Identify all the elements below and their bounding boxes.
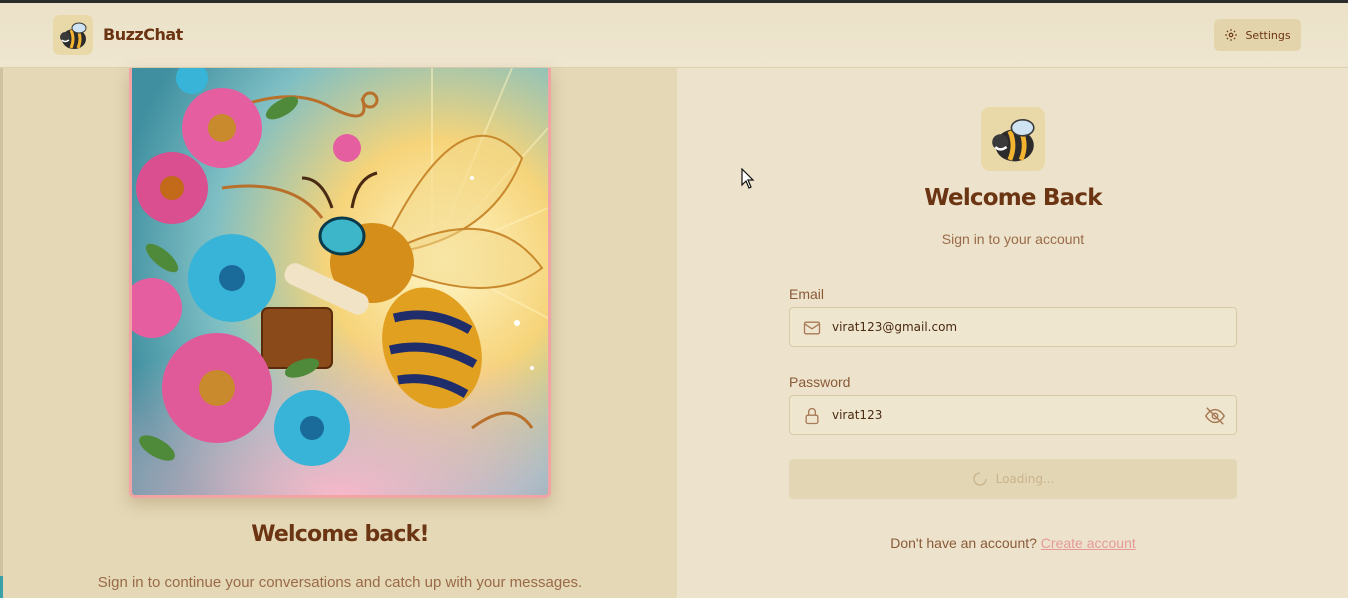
bee-icon xyxy=(60,22,87,49)
bee-flowers-illustration xyxy=(132,68,548,495)
brand-logo[interactable] xyxy=(53,15,93,55)
signup-prompt: Don't have an account? Create account xyxy=(789,535,1237,551)
brand-name[interactable]: BuzzChat xyxy=(103,25,183,44)
gear-icon xyxy=(1225,29,1238,41)
email-field[interactable] xyxy=(789,307,1237,347)
login-title: Welcome Back xyxy=(924,185,1102,211)
sign-in-label: Loading... xyxy=(995,472,1055,486)
signup-prompt-text: Don't have an account? xyxy=(890,535,1037,551)
password-field[interactable] xyxy=(789,395,1237,435)
settings-label: Settings xyxy=(1245,28,1291,42)
bee-icon xyxy=(992,119,1035,162)
create-account-link[interactable]: Create account xyxy=(1041,535,1136,551)
password-input[interactable] xyxy=(830,396,1190,434)
lock-icon xyxy=(805,407,819,425)
eye-off-icon[interactable] xyxy=(1204,405,1226,427)
hero-subtitle: Sign in to continue your conversations a… xyxy=(97,574,583,591)
mail-icon xyxy=(803,321,821,335)
email-input[interactable] xyxy=(830,308,1190,346)
sign-in-button[interactable]: Loading... xyxy=(789,459,1237,499)
hero-title: Welcome back! xyxy=(251,522,429,547)
hero-illustration xyxy=(129,68,551,498)
mouse-cursor-icon xyxy=(741,168,755,189)
password-label: Password xyxy=(789,374,851,390)
login-logo xyxy=(981,107,1045,171)
spinner-icon xyxy=(972,472,987,486)
top-navbar: BuzzChat Settings xyxy=(0,3,1348,68)
email-label: Email xyxy=(789,286,825,302)
settings-button[interactable]: Settings xyxy=(1214,19,1301,51)
login-subtitle: Sign in to your account xyxy=(941,231,1085,247)
